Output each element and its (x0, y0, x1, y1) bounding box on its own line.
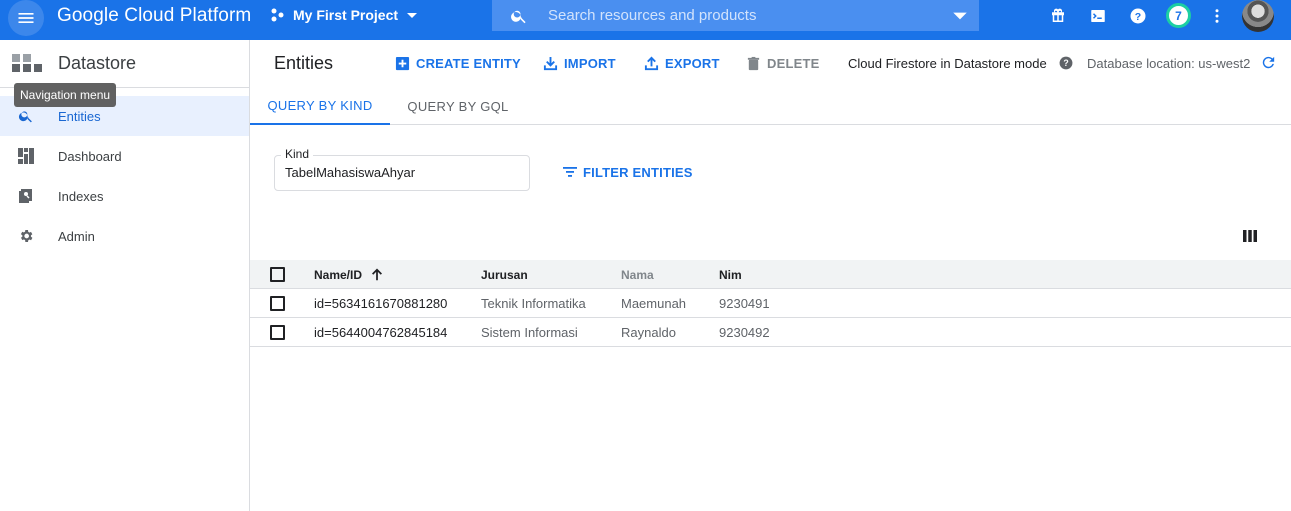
kind-field-label: Kind (281, 147, 314, 161)
search-bar[interactable]: Search resources and products (492, 0, 979, 31)
column-header-nim[interactable]: Nim (719, 260, 742, 289)
sidebar-item-admin[interactable]: Admin (0, 216, 249, 256)
dashboard-icon (17, 147, 35, 165)
cell-nama: Maemunah (621, 296, 687, 311)
sidebar-item-dashboard[interactable]: Dashboard (0, 136, 249, 176)
import-label: IMPORT (564, 55, 616, 71)
table-row: id=5634161670881280 Teknik Informatika M… (250, 289, 1291, 318)
gift-button[interactable] (1047, 5, 1069, 27)
trash-icon (747, 56, 760, 70)
tab-query-by-gql[interactable]: QUERY BY GQL (390, 88, 526, 125)
more-options-button[interactable] (1206, 5, 1228, 27)
hamburger-icon (18, 13, 34, 23)
column-header-name-id[interactable]: Name/ID (314, 260, 384, 289)
sidebar-item-label: Indexes (58, 188, 104, 204)
gift-icon (1052, 8, 1064, 22)
help-icon[interactable]: ? (1059, 56, 1073, 70)
database-location: Database location: us-west2 (1087, 56, 1251, 71)
project-dots-icon (271, 8, 284, 22)
column-header-jurusan[interactable]: Jurusan (481, 260, 528, 289)
sidebar-item-label: Dashboard (58, 148, 122, 164)
sidebar-item-indexes[interactable]: Indexes (0, 176, 249, 216)
export-label: EXPORT (665, 55, 720, 71)
refresh-icon[interactable] (1260, 54, 1277, 71)
database-mode: Cloud Firestore in Datastore mode (848, 56, 1047, 71)
notifications-badge[interactable]: 7 (1166, 3, 1191, 28)
table-body: id=5634161670881280 Teknik Informatika M… (250, 289, 1291, 347)
chevron-down-icon (953, 12, 967, 19)
sidebar-item-label: Admin (58, 228, 95, 244)
search-icon (17, 107, 35, 125)
project-selector[interactable]: My First Project (270, 0, 420, 30)
svg-text:?: ? (1135, 11, 1141, 23)
sidebar-header: Datastore (0, 40, 249, 88)
arrow-up-icon (372, 268, 383, 280)
kind-field[interactable]: Kind TabelMahasiswaAhyar (274, 147, 530, 191)
help-button[interactable]: ? (1127, 5, 1149, 27)
create-entity-button[interactable]: CREATE ENTITY (395, 54, 521, 72)
indexes-icon (17, 187, 35, 205)
row-checkbox[interactable] (270, 325, 285, 340)
kind-field-value: TabelMahasiswaAhyar (285, 165, 416, 180)
cell-nama: Raynaldo (621, 325, 676, 340)
entities-table: Name/ID Jurusan Nama Nim id=563416167088… (250, 260, 1291, 347)
cell-jurusan: Teknik Informatika (481, 296, 586, 311)
table-header-row: Name/ID Jurusan Nama Nim (250, 260, 1291, 289)
import-icon (543, 56, 558, 70)
delete-label: DELETE (767, 55, 820, 71)
navigation-menu-tooltip: Navigation menu (14, 83, 117, 107)
brand-title[interactable]: Google Cloud Platform (57, 5, 251, 27)
more-vert-icon (1215, 9, 1219, 23)
top-app-bar: Google Cloud Platform My First Project S… (0, 0, 1291, 40)
entity-id-link[interactable]: id=5634161670881280 (314, 289, 447, 318)
search-placeholder: Search resources and products (548, 7, 757, 24)
export-button[interactable]: EXPORT (644, 54, 720, 72)
delete-button[interactable]: DELETE (746, 54, 819, 72)
svg-text:?: ? (1063, 58, 1068, 68)
import-button[interactable]: IMPORT (543, 54, 616, 72)
navigation-menu-button[interactable] (8, 0, 44, 36)
gear-icon (17, 227, 35, 245)
project-name: My First Project (293, 7, 399, 23)
filter-icon (563, 167, 577, 177)
cell-jurusan: Sistem Informasi (481, 325, 578, 340)
terminal-icon (1091, 10, 1105, 22)
sidebar-title: Datastore (58, 53, 137, 73)
cell-nim: 9230491 (719, 296, 770, 311)
create-entity-label: CREATE ENTITY (416, 55, 521, 71)
column-display-icon[interactable] (1242, 228, 1258, 244)
column-header-nama[interactable]: Nama (621, 260, 654, 289)
page-title: Entities (274, 53, 334, 73)
help-icon: ? (1130, 8, 1146, 24)
filter-entities-button[interactable]: FILTER ENTITIES (562, 164, 693, 180)
cloud-shell-button[interactable] (1087, 5, 1109, 27)
cell-nim: 9230492 (719, 325, 770, 340)
search-icon (511, 10, 526, 23)
sidebar-item-label: Entities (58, 108, 101, 124)
chevron-down-icon (407, 13, 418, 18)
avatar[interactable] (1242, 0, 1274, 32)
column-header-label: Name/ID (314, 267, 363, 282)
tab-query-by-kind[interactable]: QUERY BY KIND (250, 88, 390, 125)
main-content: Entities CREATE ENTITY IMPORT EXPORT DEL… (250, 40, 1291, 511)
row-checkbox[interactable] (270, 296, 285, 311)
sidebar: Datastore Navigation menu Entities Dashb… (0, 40, 250, 511)
query-tabs: QUERY BY KIND QUERY BY GQL (250, 88, 1291, 125)
table-row: id=5644004762845184 Sistem Informasi Ray… (250, 318, 1291, 347)
add-box-icon (395, 56, 410, 70)
select-all-checkbox[interactable] (270, 267, 285, 282)
filter-entities-label: FILTER ENTITIES (583, 164, 693, 180)
datastore-logo-icon (12, 54, 42, 72)
entity-id-link[interactable]: id=5644004762845184 (314, 318, 447, 347)
export-icon (644, 56, 659, 70)
